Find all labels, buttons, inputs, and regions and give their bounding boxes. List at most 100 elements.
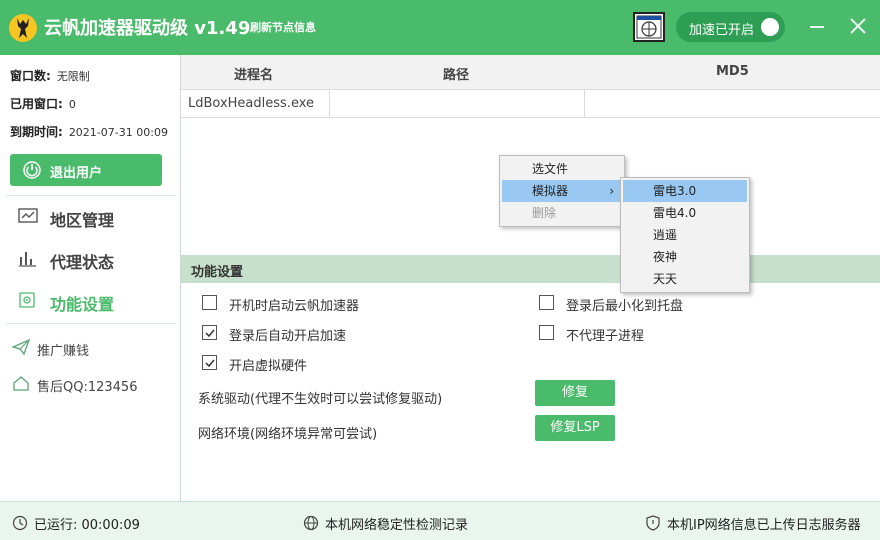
settings-section-header: 功能设置 (181, 255, 880, 283)
column-header-process[interactable]: 进程名 (234, 64, 273, 83)
repair-driver-button[interactable]: 修复 (535, 380, 615, 406)
nav-region-management[interactable]: 地区管理 (0, 197, 180, 237)
refresh-nodes-link[interactable]: 刷新节点信息 (250, 19, 316, 35)
checkbox-label: 登录后自动开启加速 (229, 329, 347, 344)
nav-label: 功能设置 (50, 295, 115, 314)
used-windows-value: 0 (68, 98, 76, 111)
settings-icon (19, 292, 35, 308)
checkbox-box (539, 295, 554, 310)
minimize-to-tray-checkbox[interactable]: 登录后最小化到托盘 (539, 293, 739, 314)
checkbox-label: 不代理子进程 (566, 329, 645, 344)
menu-item-label: 模拟器 (532, 184, 569, 198)
driver-repair-text: 系统驱动(代理不生效时可以尝试修复驱动) (198, 392, 443, 407)
menu-item-label: 删除 (532, 206, 557, 220)
divider (6, 323, 176, 324)
runtime-status: 已运行: 00:00:09 (12, 514, 140, 533)
checkmark-icon (205, 329, 215, 338)
checkbox-box (202, 295, 217, 310)
paper-plane-icon (12, 339, 30, 355)
close-icon[interactable] (849, 17, 867, 35)
window-count-value: 无限制 (56, 70, 90, 83)
nav-label: 代理状态 (50, 253, 115, 272)
support-qq-label: 售后QQ:123456 (37, 380, 138, 395)
repair-lsp-button[interactable]: 修复LSP (535, 415, 615, 441)
column-divider (329, 90, 330, 118)
auto-accelerate-checkbox[interactable]: 登录后自动开启加速 (202, 323, 422, 344)
submenu-item-yeshen[interactable]: 夜神 (623, 246, 747, 268)
acceleration-toggle[interactable]: 加速已开启 (676, 12, 785, 42)
menu-item-label: 夜神 (653, 250, 678, 264)
submenu-item-xiaoyao[interactable]: 逍遥 (623, 224, 747, 246)
menu-item-select-file[interactable]: 选文件 (502, 158, 622, 180)
column-header-path[interactable]: 路径 (443, 64, 469, 83)
expiry-row: 到期时间: 2021-07-31 00:09 (10, 123, 168, 140)
checkbox-box (202, 355, 217, 370)
network-repair-text: 网络环境(网络环境异常可尝试) (198, 427, 378, 442)
column-divider (584, 90, 585, 118)
title-bar: 云帆加速器驱动级 v1.49 刷新节点信息 加速已开启 (0, 0, 880, 55)
used-windows-row: 已用窗口: 0 (10, 95, 76, 112)
emulator-submenu: 雷电3.0 雷电4.0 逍遥 夜神 天天 (620, 177, 750, 293)
divider (6, 195, 176, 196)
globe-icon (303, 515, 319, 531)
checkbox-label: 开机时启动云帆加速器 (229, 299, 360, 314)
settings-section-title: 功能设置 (191, 265, 244, 280)
chevron-right-icon: › (609, 184, 614, 198)
app-title: 云帆加速器驱动级 v1.49 (44, 18, 251, 39)
process-name-cell: LdBoxHeadless.exe (188, 96, 315, 111)
nav-feature-settings[interactable]: 功能设置 (0, 281, 180, 321)
checkbox-label: 登录后最小化到托盘 (566, 299, 684, 314)
network-globe-icon[interactable] (633, 12, 665, 42)
menu-item-label: 逍遥 (653, 228, 678, 242)
checkmark-icon (205, 359, 215, 368)
submenu-item-leidian3[interactable]: 雷电3.0 (623, 180, 747, 202)
nav-label: 地区管理 (50, 211, 115, 230)
menu-item-delete[interactable]: 删除 (502, 202, 622, 224)
checkbox-box (202, 325, 217, 340)
sidebar: 窗口数: 无限制 已用窗口: 0 到期时间: 2021-07-31 00:09 退出用… (0, 55, 181, 501)
context-menu: 选文件 模拟器 › 删除 (499, 155, 625, 227)
checkbox-box (539, 325, 554, 340)
virtual-hardware-checkbox[interactable]: 开启虚拟硬件 (202, 353, 422, 374)
promote-link[interactable]: 推广赚钱 (0, 333, 180, 363)
acceleration-toggle-label: 加速已开启 (689, 23, 755, 38)
column-header-md5[interactable]: MD5 (716, 64, 749, 79)
no-proxy-subprocess-checkbox[interactable]: 不代理子进程 (539, 323, 739, 344)
shield-icon (646, 515, 660, 531)
runtime-label: 已运行: 00:00:09 (34, 518, 140, 533)
menu-item-label: 天天 (653, 272, 678, 286)
window-count-row: 窗口数: 无限制 (10, 67, 90, 84)
network-check-label: 本机网络稳定性检测记录 (325, 518, 469, 533)
submenu-item-leidian4[interactable]: 雷电4.0 (623, 202, 747, 224)
menu-item-label: 雷电3.0 (653, 184, 697, 198)
nav-proxy-status[interactable]: 代理状态 (0, 239, 180, 279)
checkbox-label: 开启虚拟硬件 (229, 359, 308, 374)
table-row[interactable]: LdBoxHeadless.exe (181, 90, 880, 118)
toggle-knob (761, 18, 779, 36)
bar-chart-icon (19, 252, 36, 267)
expiry-label: 到期时间: (10, 125, 63, 139)
logout-label: 退出用户 (50, 166, 103, 181)
support-qq-link[interactable]: 售后QQ:123456 (0, 369, 180, 399)
network-check-link[interactable]: 本机网络稳定性检测记录 (303, 514, 468, 533)
deer-logo-icon (9, 14, 37, 42)
main-panel: 进程名 路径 MD5 LdBoxHeadless.exe 功能设置 开机时启动云… (181, 55, 880, 501)
monitor-chart-icon (18, 208, 38, 223)
upload-log-status: 本机IP网络信息已上传日志服务器 (645, 514, 861, 533)
status-bar: 已运行: 00:00:09 本机网络稳定性检测记录 本机IP网络信息已上传日志服… (0, 501, 880, 540)
logout-button[interactable]: 退出用户 (10, 154, 162, 186)
minimize-icon[interactable] (810, 26, 824, 28)
expiry-value: 2021-07-31 00:09 (68, 126, 168, 139)
window-count-label: 窗口数: (10, 69, 51, 83)
menu-item-label: 选文件 (532, 162, 569, 176)
upload-log-label: 本机IP网络信息已上传日志服务器 (667, 518, 861, 533)
menu-item-label: 雷电4.0 (653, 206, 697, 220)
power-icon (23, 161, 41, 179)
menu-item-emulator[interactable]: 模拟器 › (502, 180, 622, 202)
autostart-checkbox[interactable]: 开机时启动云帆加速器 (202, 293, 422, 314)
clock-icon (12, 515, 28, 531)
used-windows-label: 已用窗口: (10, 97, 63, 111)
submenu-item-tiantian[interactable]: 天天 (623, 268, 747, 290)
process-table-header: 进程名 路径 MD5 (181, 55, 880, 90)
promote-label: 推广赚钱 (37, 344, 90, 359)
